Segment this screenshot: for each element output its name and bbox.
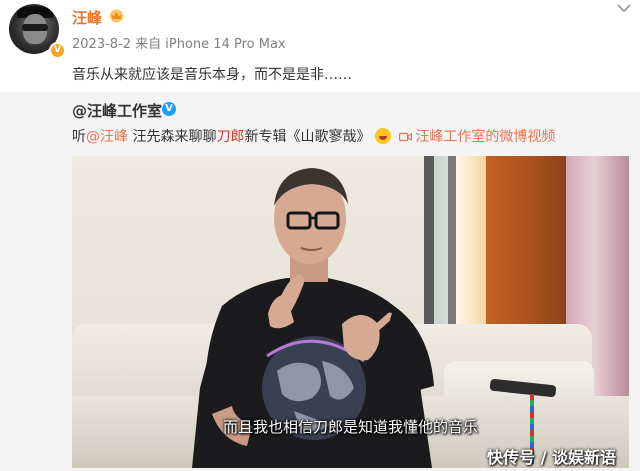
mention-link[interactable]: @汪峰 bbox=[86, 129, 128, 145]
watermark: 快传号 / 谈娱新语 bbox=[487, 448, 616, 467]
post-source: 来自 iPhone 14 Pro Max bbox=[135, 37, 286, 52]
post-date: 2023-8-2 bbox=[72, 37, 132, 52]
video-camera-icon[interactable] bbox=[399, 132, 413, 142]
avatar-glasses bbox=[22, 24, 48, 31]
repost-text: 听@汪峰 汪先森来聊聊刀郎新专辑《山歌寥哉》 汪峰工作室的微博视频 bbox=[72, 126, 555, 146]
repost-text-prefix: 听 bbox=[72, 129, 86, 145]
laughing-emoji-icon bbox=[374, 128, 391, 144]
highlight-name: 刀郎 bbox=[216, 129, 245, 145]
repost-author[interactable]: @汪峰工作室 bbox=[72, 100, 162, 121]
video-player[interactable]: 而且我也相信刀郎是知道我懂他的音乐 bbox=[72, 156, 629, 468]
post-text: 音乐从来就应该是音乐本身，而不是是非…… bbox=[72, 67, 352, 83]
repost-text-after: 新专辑《山歌寥哉》 bbox=[244, 129, 371, 145]
post-header: V 汪峰 2023-8-2 来自 iPhone 14 Pro Max 音乐从来就… bbox=[0, 0, 640, 92]
author-name[interactable]: 汪峰 bbox=[72, 7, 102, 28]
video-link[interactable]: 汪峰工作室的微博视频 bbox=[415, 129, 555, 145]
verified-gold-icon: V bbox=[49, 42, 66, 59]
vip-crown-icon[interactable] bbox=[108, 8, 125, 23]
chevron-down-icon[interactable] bbox=[614, 1, 634, 15]
verified-blue-icon: V bbox=[162, 102, 176, 116]
repost-text-mid: 汪先森来聊聊 bbox=[128, 129, 217, 145]
post-meta: 2023-8-2 来自 iPhone 14 Pro Max bbox=[72, 33, 286, 52]
video-subtitle: 而且我也相信刀郎是知道我懂他的音乐 bbox=[222, 418, 478, 436]
